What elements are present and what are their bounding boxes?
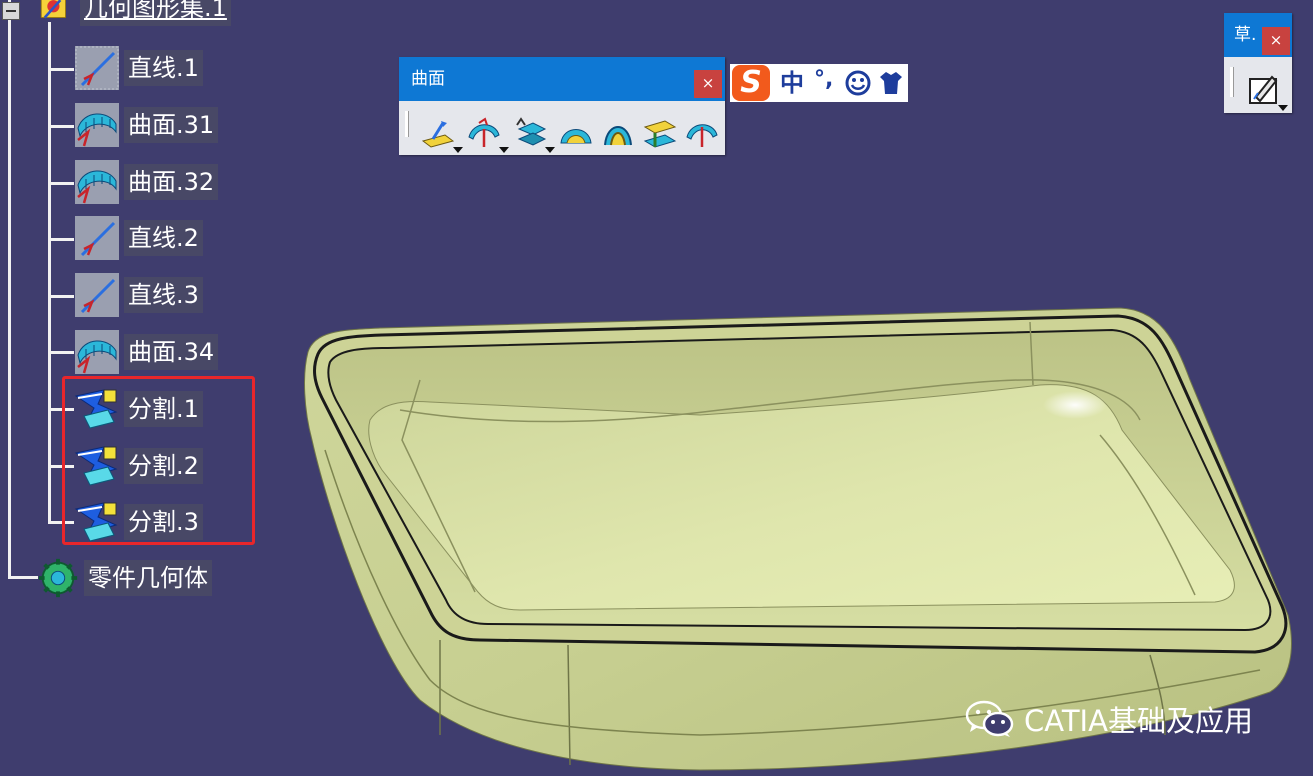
extrude-icon — [421, 121, 455, 148]
emoji-icon[interactable] — [845, 70, 871, 96]
tree-node-line-2[interactable]: 直线.2 — [74, 216, 203, 260]
multi-section-tool-button[interactable] — [599, 115, 637, 151]
sweep-tool-button[interactable] — [683, 115, 721, 151]
surface-icon — [75, 330, 119, 374]
surface-icon — [75, 160, 119, 204]
tree-node-label: 直线.1 — [124, 50, 203, 86]
sketch-toolbar[interactable]: 草. × — [1224, 13, 1292, 113]
tree-node-geometrical-set[interactable]: 几何图形集.1 — [36, 0, 231, 28]
highlight-box — [62, 376, 255, 545]
tree-node-label: 曲面.31 — [124, 107, 219, 143]
tree-node-surface-34[interactable]: 曲面.34 — [74, 330, 219, 374]
wechat-icon — [965, 700, 1014, 737]
dropdown-arrow-icon[interactable] — [1278, 105, 1288, 111]
fill-tool-button[interactable] — [557, 115, 595, 151]
part-body-icon — [38, 558, 78, 598]
close-button[interactable]: × — [694, 70, 722, 98]
tree-node-part-body[interactable]: 零件几何体 — [36, 558, 212, 598]
3d-viewport[interactable]: 几何图形集.1 直线.1 曲面.31 曲面.32 直线.2 直线.3 曲面.34… — [0, 0, 1313, 776]
dropdown-arrow-icon[interactable] — [453, 147, 463, 153]
punctuation-toggle[interactable]: °, — [814, 64, 833, 96]
dropdown-arrow-icon[interactable] — [545, 147, 555, 153]
multi-section-icon — [604, 126, 632, 146]
ime-status-bar[interactable]: S 中 °, — [730, 64, 908, 102]
tree-collapse-node[interactable] — [2, 2, 20, 20]
surface-icon — [75, 103, 119, 147]
blend-icon — [643, 120, 677, 148]
tree-node-label: 几何图形集.1 — [80, 0, 231, 26]
tree-node-label: 曲面.34 — [124, 334, 219, 370]
offset-tool-button[interactable] — [511, 115, 549, 151]
tree-node-surface-31[interactable]: 曲面.31 — [74, 103, 219, 147]
fill-icon — [560, 129, 592, 144]
sogou-logo-icon[interactable]: S — [732, 65, 770, 101]
toolbar-grip[interactable] — [1230, 67, 1234, 97]
line-icon — [75, 216, 119, 260]
sketch-icon — [1249, 75, 1278, 104]
skin-shirt-icon[interactable] — [878, 70, 904, 96]
watermark-text: CATIA基础及应用 — [1024, 704, 1253, 738]
surfaces-toolbar[interactable]: 曲面 × — [399, 57, 725, 155]
tree-node-line-3[interactable]: 直线.3 — [74, 273, 203, 317]
input-mode-toggle[interactable]: 中 — [780, 67, 804, 99]
tree-node-label: 曲面.32 — [124, 164, 219, 200]
tree-node-label: 直线.2 — [124, 220, 203, 256]
sketch-tool-button[interactable] — [1246, 71, 1284, 107]
geometrical-set-icon — [40, 0, 66, 19]
extrude-tool-button[interactable] — [419, 115, 457, 151]
tree-node-surface-32[interactable]: 曲面.32 — [74, 160, 219, 204]
revolve-tool-button[interactable] — [465, 115, 503, 151]
dropdown-arrow-icon[interactable] — [499, 147, 509, 153]
tree-node-line-1[interactable]: 直线.1 — [74, 46, 203, 90]
line-icon — [75, 273, 119, 317]
tree-node-label: 零件几何体 — [84, 560, 212, 596]
revolve-icon — [468, 117, 500, 147]
blend-tool-button[interactable] — [641, 115, 679, 151]
offset-icon — [516, 117, 547, 146]
toolbar-grip[interactable] — [405, 111, 409, 137]
tray-floor — [368, 384, 1235, 611]
toolbar-title[interactable]: 曲面 — [399, 57, 725, 101]
tree-node-label: 直线.3 — [124, 277, 203, 313]
watermark: CATIA基础及应用 — [964, 700, 1253, 738]
line-icon — [75, 46, 119, 90]
close-button[interactable]: × — [1262, 27, 1290, 55]
sweep-icon — [686, 124, 718, 147]
